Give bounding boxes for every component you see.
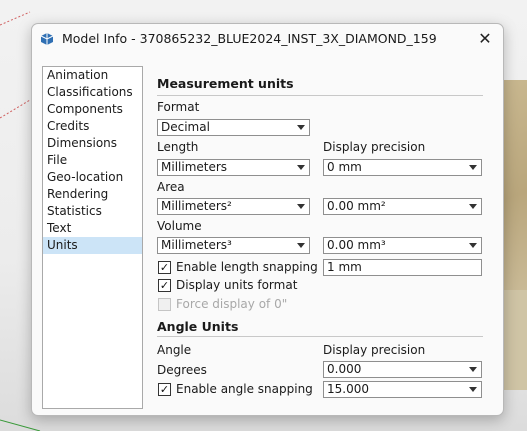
angle-snapping-select[interactable]: 15.000 [323, 381, 482, 398]
volume-precision-select[interactable]: 0.00 mm³ [323, 237, 482, 254]
sidebar-item-dimensions[interactable]: Dimensions [43, 135, 142, 152]
angle-snapping-checkbox[interactable]: ✓ [158, 383, 171, 396]
chevron-down-icon [469, 165, 477, 170]
area-select[interactable]: Millimeters² [157, 198, 310, 215]
sidebar-item-animation[interactable]: Animation [43, 67, 142, 84]
title-bar[interactable]: Model Info - 370865232_BLUE2024_INST_3X_… [32, 24, 503, 54]
sidebar-item-rendering[interactable]: Rendering [43, 186, 142, 203]
volume-select[interactable]: Millimeters³ [157, 237, 310, 254]
volume-label: Volume [157, 219, 202, 233]
chevron-down-icon [297, 165, 305, 170]
sidebar-item-text[interactable]: Text [43, 220, 142, 237]
angle-precision-value: 0.000 [327, 362, 362, 376]
display-units-checkbox[interactable]: ✓ [158, 279, 171, 292]
area-precision-value: 0.00 mm² [327, 199, 386, 213]
chevron-down-icon [297, 125, 305, 130]
format-value: Decimal [161, 120, 210, 134]
display-precision-label: Display precision [323, 140, 426, 154]
area-value: Millimeters² [161, 199, 232, 213]
force-display-checkbox [158, 298, 171, 311]
display-units-label: Display units format [176, 278, 298, 292]
close-icon[interactable]: ✕ [475, 29, 495, 49]
window-title: Model Info - 370865232_BLUE2024_INST_3X_… [62, 31, 437, 46]
length-value: Millimeters [161, 160, 228, 174]
length-select[interactable]: Millimeters [157, 159, 310, 176]
chevron-down-icon [297, 204, 305, 209]
measurement-units-heading: Measurement units [157, 76, 294, 91]
chevron-down-icon [469, 204, 477, 209]
length-snapping-label: Enable length snapping [176, 260, 318, 274]
model-info-dialog: Model Info - 370865232_BLUE2024_INST_3X_… [31, 23, 504, 416]
divider [157, 336, 483, 337]
force-display-label: Force display of 0" [176, 297, 288, 311]
length-precision-value: 0 mm [327, 160, 362, 174]
sketchup-icon [40, 33, 54, 45]
chevron-down-icon [469, 243, 477, 248]
volume-precision-value: 0.00 mm³ [327, 238, 386, 252]
chevron-down-icon [469, 387, 477, 392]
format-select[interactable]: Decimal [157, 119, 310, 136]
sidebar-item-geo-location[interactable]: Geo-location [43, 169, 142, 186]
angle-units-heading: Angle Units [157, 319, 239, 334]
length-snapping-input[interactable]: 1 mm [323, 259, 482, 276]
angle-precision-select[interactable]: 0.000 [323, 361, 482, 378]
sidebar-item-credits[interactable]: Credits [43, 118, 142, 135]
sidebar-item-components[interactable]: Components [43, 101, 142, 118]
chevron-down-icon [297, 243, 305, 248]
angle-unit-value: Degrees [157, 363, 207, 377]
length-precision-select[interactable]: 0 mm [323, 159, 482, 176]
area-label: Area [157, 180, 185, 194]
chevron-down-icon [469, 367, 477, 372]
area-precision-select[interactable]: 0.00 mm² [323, 198, 482, 215]
angle-snapping-value: 15.000 [327, 382, 369, 396]
category-list: Animation Classifications Components Cre… [42, 66, 143, 409]
format-label: Format [157, 100, 200, 114]
angle-precision-label: Display precision [323, 343, 426, 357]
units-panel: Measurement units Format Decimal Length … [157, 66, 487, 407]
sidebar-item-statistics[interactable]: Statistics [43, 203, 142, 220]
volume-value: Millimeters³ [161, 238, 232, 252]
sidebar-item-units[interactable]: Units [43, 237, 142, 254]
length-label: Length [157, 140, 199, 154]
angle-snapping-label: Enable angle snapping [176, 382, 313, 396]
sidebar-item-classifications[interactable]: Classifications [43, 84, 142, 101]
divider [157, 95, 483, 96]
sidebar-item-file[interactable]: File [43, 152, 142, 169]
length-snapping-checkbox[interactable]: ✓ [158, 261, 171, 274]
angle-label: Angle [157, 343, 192, 357]
